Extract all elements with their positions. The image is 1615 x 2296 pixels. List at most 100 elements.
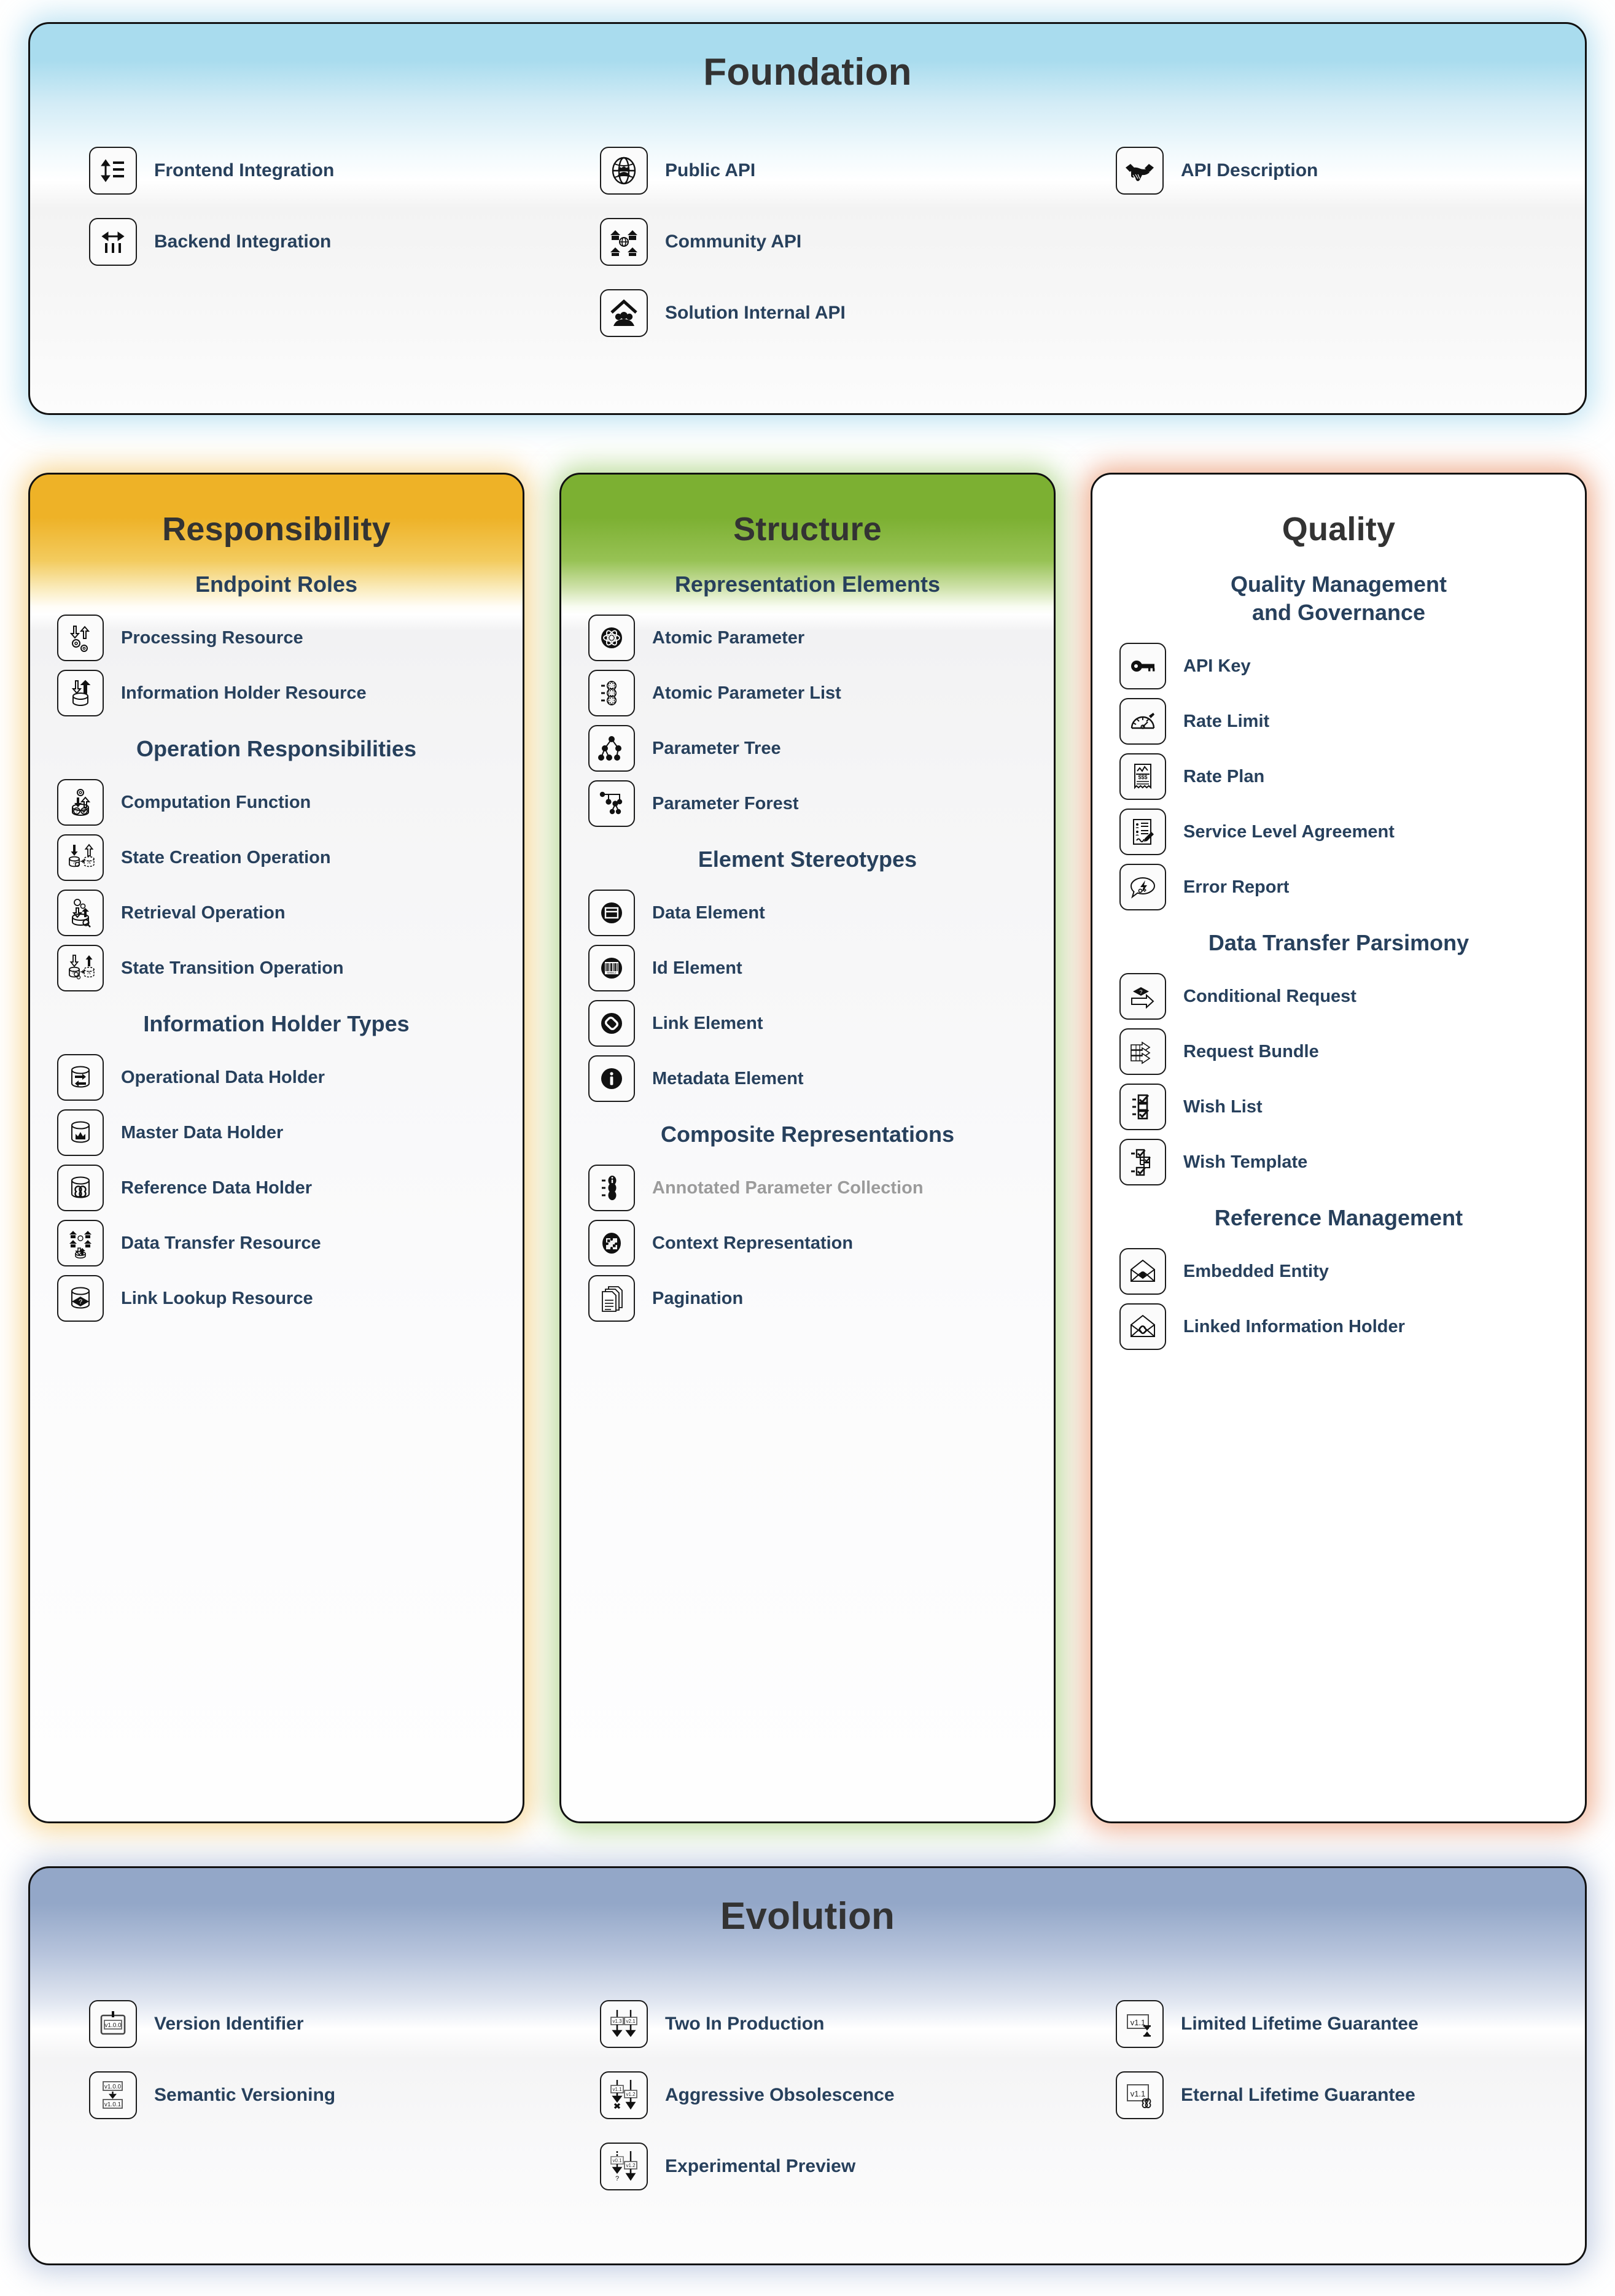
pattern-parameter-forest[interactable]: Parameter Forest [561, 780, 1054, 828]
structure-card: Structure Representation Elements Atomic… [559, 473, 1056, 1823]
semver-icon: v1.0.0 v1.0.1 [89, 2071, 137, 2119]
svg-text:?: ? [79, 1298, 82, 1306]
pages-icon [588, 1275, 635, 1322]
db-search-icon [57, 890, 104, 937]
pattern-limited-lifetime-guarantee[interactable]: v1.1 Limited Lifetime Guarantee [1116, 2000, 1578, 2048]
pattern-public-api[interactable]: Public API [600, 147, 1062, 195]
pattern-label: Parameter Forest [652, 793, 799, 813]
pattern-processing-resource[interactable]: Processing Resource [30, 615, 523, 662]
annotated-list-icon [588, 1165, 635, 1212]
group-heading: Operation Responsibilities [136, 736, 417, 762]
barcode-icon: 506512 [588, 945, 635, 992]
group-heading: Information Holder Types [143, 1011, 410, 1037]
pattern-two-in-production[interactable]: v1.3 v2.1 Two In Production [600, 2000, 1062, 2048]
pattern-label: Information Holder Resource [121, 683, 367, 703]
gauge-icon [1119, 698, 1166, 745]
pattern-retrieval-operation[interactable]: Retrieval Operation [30, 890, 523, 937]
pattern-wish-template[interactable]: Wish Template [1092, 1139, 1585, 1186]
pattern-experimental-preview[interactable]: v0.1 v1.2 ? Experimental Preview [600, 2143, 1062, 2190]
db-arrows-icon [57, 670, 104, 717]
evolution-columns: v1.0.0 Version Identifier v1.0.0 v1.0.1 [30, 2000, 1585, 2214]
info-icon [588, 1055, 635, 1103]
pattern-information-holder-resource[interactable]: Information Holder Resource [30, 670, 523, 717]
foundation-title: Foundation [703, 51, 912, 93]
pattern-atomic-parameter-list[interactable]: Atomic Parameter List [561, 670, 1054, 717]
db-diamond-icon: ? [57, 1275, 104, 1322]
pattern-label: Error Report [1183, 877, 1290, 897]
version-tag-icon: v1.0.0 [89, 2000, 137, 2048]
pattern-label: Atomic Parameter List [652, 683, 841, 703]
pattern-link-element[interactable]: Link Element [561, 1000, 1054, 1047]
pattern-label: Wish Template [1183, 1152, 1308, 1172]
pattern-linked-information-holder[interactable]: Linked Information Holder [1092, 1303, 1585, 1351]
envelope-dot-icon [1119, 1248, 1166, 1295]
version-text: v2.1 [626, 2019, 636, 2024]
pattern-backend-integration[interactable]: Backend Integration [89, 218, 546, 266]
pattern-data-transfer-resource[interactable]: Data Transfer Resource [30, 1220, 523, 1267]
pattern-link-lookup-resource[interactable]: ? Link Lookup Resource [30, 1275, 523, 1322]
pattern-label: Request Bundle [1183, 1041, 1319, 1061]
pattern-solution-internal-api[interactable]: Solution Internal API [600, 289, 1062, 337]
group-representation-elements: Representation Elements Atomic Parameter [561, 570, 1054, 828]
pattern-operational-data-holder[interactable]: Operational Data Holder [30, 1054, 523, 1101]
pattern-metadata-element[interactable]: Metadata Element [561, 1055, 1054, 1103]
svg-text:A': A' [87, 970, 92, 975]
svg-text:?: ? [1139, 989, 1142, 995]
pattern-pagination[interactable]: Pagination [561, 1275, 1054, 1322]
pattern-wish-list[interactable]: Wish List [1092, 1084, 1585, 1131]
chain-link-icon [588, 1000, 635, 1047]
pattern-conditional-request[interactable]: ? Conditional Request [1092, 973, 1585, 1020]
houses-globe-icon [600, 218, 648, 266]
pattern-version-identifier[interactable]: v1.0.0 Version Identifier [89, 2000, 546, 2048]
db-exchange-icon [57, 1054, 104, 1101]
pattern-embedded-entity[interactable]: Embedded Entity [1092, 1248, 1585, 1295]
pattern-label: Annotated Parameter Collection [652, 1177, 924, 1198]
pattern-api-description[interactable]: API Description [1116, 147, 1578, 195]
version-text: v1.0.0 [104, 2022, 122, 2029]
pattern-semantic-versioning[interactable]: v1.0.0 v1.0.1 Semantic Versioning [89, 2071, 546, 2119]
structure-title: Structure [733, 511, 882, 548]
pattern-eternal-lifetime-guarantee[interactable]: v1.1 Eternal Lifetime Guarantee [1116, 2071, 1578, 2119]
leftright-arrow-bars-icon [89, 218, 137, 266]
pattern-data-element[interactable]: Data Element [561, 890, 1054, 937]
pattern-id-element[interactable]: 506512 Id Element [561, 945, 1054, 992]
pattern-atomic-parameter[interactable]: Atomic Parameter [561, 615, 1054, 662]
pattern-error-report[interactable]: Error Report [1092, 864, 1585, 911]
pattern-api-key[interactable]: API Key [1092, 643, 1585, 690]
pattern-reference-data-holder[interactable]: Reference Data Holder [30, 1165, 523, 1212]
pattern-rate-plan[interactable]: $$$ Rate Plan [1092, 753, 1585, 801]
evolution-card: Evolution v1.0.0 Version Identifier v1.0… [28, 1866, 1587, 2265]
pattern-state-creation-operation[interactable]: A A' State Creation Operation [30, 834, 523, 882]
pattern-label: Limited Lifetime Guarantee [1181, 2014, 1418, 2034]
pattern-parameter-tree[interactable]: Parameter Tree [561, 725, 1054, 772]
pattern-rate-limit[interactable]: Rate Limit [1092, 698, 1585, 745]
foundation-columns: Frontend Integration Backend Integration [30, 147, 1585, 360]
pattern-request-bundle[interactable]: Request Bundle [1092, 1028, 1585, 1076]
pattern-master-data-holder[interactable]: Master Data Holder [30, 1109, 523, 1157]
pattern-label: Master Data Holder [121, 1122, 284, 1142]
experimental-icon: v0.1 v1.2 ? [600, 2143, 648, 2190]
pattern-annotated-parameter-collection[interactable]: Annotated Parameter Collection [561, 1165, 1054, 1212]
hourglass-version-icon: v1.1 [1116, 2000, 1164, 2048]
pattern-context-representation[interactable]: Context Representation [561, 1220, 1054, 1267]
pattern-aggressive-obsolescence[interactable]: v1.1 v1.2 Aggressive Obsolescence [600, 2071, 1062, 2119]
pattern-label: Two In Production [665, 2014, 825, 2034]
pattern-computation-function[interactable]: ? Computation Function [30, 779, 523, 826]
pattern-state-transition-operation[interactable]: A A' State Transition Operation [30, 945, 523, 992]
version-text: v1.1 [1130, 2089, 1146, 2098]
gear-db-question-icon: ? [57, 779, 104, 826]
pattern-frontend-integration[interactable]: Frontend Integration [89, 147, 546, 195]
foundation-column-1: Frontend Integration Backend Integration [30, 147, 546, 360]
pattern-community-api[interactable]: Community API [600, 218, 1062, 266]
pattern-label: State Transition Operation [121, 958, 344, 978]
pattern-label: API Description [1181, 160, 1318, 180]
pattern-service-level-agreement[interactable]: Service Level Agreement [1092, 809, 1585, 856]
pattern-label: Solution Internal API [665, 303, 846, 323]
group-information-holder-types: Information Holder Types Operational Dat… [30, 1010, 523, 1322]
pattern-label: Community API [665, 231, 802, 252]
envelope-link-icon [1119, 1303, 1166, 1351]
version-text: v0.1 [612, 2158, 622, 2163]
infinity-version-icon: v1.1 [1116, 2071, 1164, 2119]
db-infinity-icon [57, 1165, 104, 1212]
pattern-label: Rate Limit [1183, 711, 1270, 731]
